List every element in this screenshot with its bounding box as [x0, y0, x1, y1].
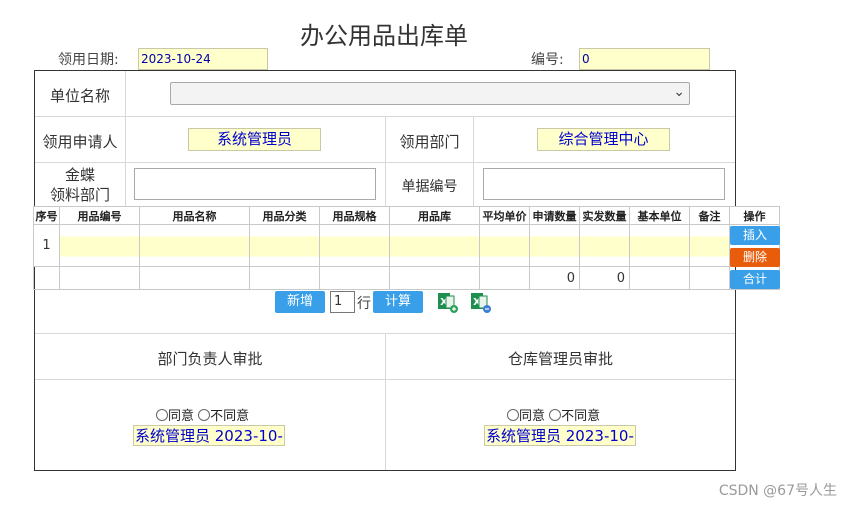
item-apply-qty-cell[interactable]: [529, 224, 580, 267]
item-category-cell[interactable]: [249, 224, 320, 267]
row-seq: 1: [33, 224, 60, 267]
totals-cell: [629, 266, 690, 290]
row-count-input[interactable]: 1: [330, 291, 355, 313]
col-header: 备注: [689, 206, 730, 225]
item-spec-cell[interactable]: [319, 224, 390, 267]
date-input[interactable]: 2023-10-24: [138, 48, 268, 70]
totals-cell: [689, 266, 730, 290]
item-avg-price-cell[interactable]: [479, 224, 530, 267]
item-remark-cell[interactable]: [689, 224, 730, 267]
delete-row-button[interactable]: 删除: [730, 248, 780, 267]
applicant-input[interactable]: 系统管理员: [188, 128, 321, 151]
watermark: CSDN @67号人生: [718, 483, 837, 499]
page-title: 办公用品出库单: [300, 22, 468, 50]
row-unit-label: 行: [357, 296, 371, 312]
date-label: 领用日期:: [58, 52, 119, 68]
warehouse-approval-title: 仓库管理员审批: [507, 350, 613, 368]
disagree-radio[interactable]: [198, 409, 211, 421]
excel-import-icon[interactable]: X: [437, 292, 458, 313]
number-input[interactable]: 0: [579, 48, 710, 70]
col-header: 操作: [729, 206, 780, 225]
add-row-button[interactable]: 新增: [275, 291, 325, 313]
number-label: 编号:: [531, 52, 564, 68]
agree-radio[interactable]: [156, 409, 168, 421]
warehouse-signature[interactable]: 系统管理员 2023-10-: [484, 425, 636, 446]
total-issued-qty: 0: [579, 266, 630, 290]
warehouse-decision: 同意 不同意: [507, 405, 600, 424]
total-apply-qty: 0: [529, 266, 580, 290]
kingdee-label-line1: 金蝶: [64, 166, 95, 184]
totals-cell: [33, 266, 60, 290]
agree-label: 同意: [519, 409, 546, 424]
kingdee-label-line2: 领料部门: [49, 186, 110, 204]
item-unit-cell[interactable]: [629, 224, 690, 267]
col-header: 用品分类: [249, 206, 320, 225]
kingdee-dept-input[interactable]: [134, 168, 376, 200]
disagree-label: 不同意: [210, 409, 250, 424]
dept-input[interactable]: 综合管理中心: [537, 128, 670, 151]
item-store-cell[interactable]: [389, 224, 480, 267]
col-header: 实发数量: [579, 206, 630, 225]
applicant-label: 领用申请人: [42, 133, 118, 151]
disagree-label: 不同意: [561, 409, 601, 424]
col-header: 序号: [33, 206, 60, 225]
disagree-radio[interactable]: [549, 409, 562, 421]
dept-head-approval-title: 部门负责人审批: [157, 350, 263, 368]
divider: [125, 71, 126, 206]
doc-no-input[interactable]: [483, 168, 725, 200]
col-header: 用品库: [389, 206, 480, 225]
totals-cell: [389, 266, 480, 290]
unit-label: 单位名称: [49, 87, 110, 105]
col-header: 平均单价: [479, 206, 530, 225]
dept-head-signature[interactable]: 系统管理员 2023-10-: [133, 425, 285, 446]
table-header-row: 序号 用品编号 用品名称 用品分类 用品规格 用品库 平均单价 申请数量 实发数…: [33, 206, 780, 225]
kingdee-dept-label: 金蝶 领料部门: [35, 165, 125, 205]
dept-label: 领用部门: [399, 133, 460, 151]
doc-no-label: 单据编号: [401, 179, 458, 195]
total-button[interactable]: 合计: [730, 270, 780, 289]
dept-head-decision: 同意 不同意: [156, 405, 249, 424]
col-header: 用品规格: [319, 206, 390, 225]
agree-label: 同意: [168, 409, 195, 424]
divider: [473, 117, 474, 206]
item-code-cell[interactable]: [59, 224, 140, 267]
totals-cell: [59, 266, 140, 290]
agree-radio[interactable]: [507, 409, 519, 421]
table-row: 1: [33, 224, 780, 267]
col-header: 用品编号: [59, 206, 140, 225]
calculate-button[interactable]: 计算: [373, 291, 423, 313]
item-name-cell[interactable]: [139, 224, 250, 267]
totals-cell: [319, 266, 390, 290]
unit-select[interactable]: ⌄: [170, 82, 690, 105]
totals-cell: [249, 266, 320, 290]
item-issued-qty-cell[interactable]: [579, 224, 630, 267]
col-header: 用品名称: [139, 206, 250, 225]
totals-cell: [139, 266, 250, 290]
col-header: 基本单位: [629, 206, 690, 225]
totals-row: 0 0: [33, 266, 780, 290]
col-header: 申请数量: [529, 206, 580, 225]
totals-cell: [479, 266, 530, 290]
excel-export-icon[interactable]: X: [470, 292, 491, 313]
insert-row-button[interactable]: 插入: [730, 226, 780, 245]
items-table: 序号 用品编号 用品名称 用品分类 用品规格 用品库 平均单价 申请数量 实发数…: [33, 206, 780, 290]
chevron-down-icon: ⌄: [673, 84, 685, 100]
